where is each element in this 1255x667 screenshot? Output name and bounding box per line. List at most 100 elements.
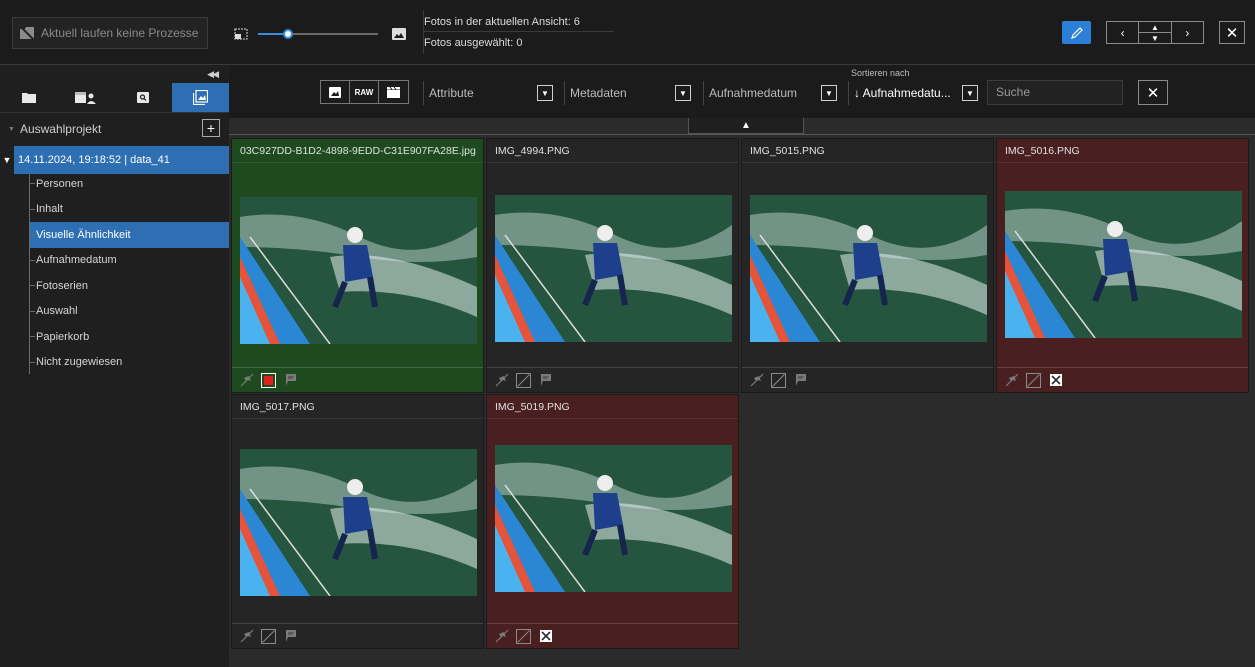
filter-toolbar: RAW Attribute ▼ Metadaten ▼ Aufnahmedatu… — [229, 65, 1255, 118]
photo-image[interactable] — [495, 195, 732, 342]
date-dropdown[interactable]: Aufnahmedatum ▼ — [703, 81, 837, 105]
photos-selected-count: Fotos ausgewählt: 0 — [424, 37, 523, 49]
photo-thumbnail — [750, 195, 987, 342]
photo-grid: ▲ 03C927DD-B1D2-4898-9EDD-C31E907FA28E.j… — [229, 118, 1255, 667]
sidebar-item-aufnahmedatum[interactable]: Aufnahmedatum — [29, 248, 229, 274]
sidebar-item-label: Inhalt — [36, 203, 63, 216]
photo-tile[interactable]: IMG_5019.PNG — [486, 394, 739, 649]
expand-triangle-icon[interactable]: ▼ — [8, 126, 15, 133]
photo-stack-icon — [192, 90, 208, 105]
metadata-dropdown[interactable]: Metadaten ▼ — [564, 81, 691, 105]
photo-tile[interactable]: IMG_4994.PNG — [486, 138, 739, 393]
tab-calendar-people[interactable] — [57, 83, 114, 112]
photo-image[interactable] — [240, 449, 477, 596]
attribute-dropdown[interactable]: Attribute ▼ — [423, 81, 553, 105]
reject-pin-icon[interactable] — [493, 372, 510, 389]
photos-in-view-count: Fotos in der aktuellen Ansicht: 6 — [424, 12, 614, 32]
photo-thumbnail — [1005, 191, 1242, 338]
photo-image[interactable] — [750, 195, 987, 342]
tab-folders[interactable] — [0, 83, 57, 112]
thumbnail-size-slider[interactable] — [258, 27, 378, 41]
sort-dropdown[interactable]: ↓ Aufnahmedatu... ▼ — [848, 81, 978, 105]
sort-caption: Sortieren nach — [851, 68, 910, 78]
select-checkbox[interactable] — [515, 628, 532, 645]
flag-icon[interactable] — [282, 372, 299, 389]
clapperboard-icon — [387, 86, 400, 98]
flag-icon[interactable] — [792, 372, 809, 389]
select-checkbox[interactable] — [260, 628, 277, 645]
collapse-sidebar-icon[interactable]: ◀◀ — [207, 69, 219, 80]
photo-filename: IMG_5019.PNG — [487, 395, 738, 419]
flag-icon[interactable] — [537, 372, 554, 389]
collapse-triangle-icon[interactable]: ▼ — [0, 155, 14, 165]
close-button[interactable]: ✕ — [1219, 21, 1245, 44]
sidebar-item-personen[interactable]: Personen — [29, 171, 229, 197]
clear-filter-button[interactable]: ✕ — [1138, 80, 1168, 105]
photo-tile[interactable]: IMG_5016.PNG — [996, 138, 1249, 393]
sidebar-item-label: Fotoserien — [36, 279, 88, 292]
project-name: Auswahlprojekt — [19, 122, 102, 136]
photo-thumbnail — [240, 197, 477, 344]
process-status-text: Aktuell laufen keine Prozesse — [41, 26, 199, 40]
sidebar-item-label: Nicht zugewiesen — [36, 356, 123, 369]
sidebar-item-label: Auswahl — [36, 305, 78, 318]
sidebar-item-fotoserien[interactable]: Fotoserien — [29, 273, 229, 299]
sidebar-item-papierkorb[interactable]: Papierkorb — [29, 324, 229, 350]
photo-image[interactable] — [1005, 191, 1242, 338]
filter-video-button[interactable] — [379, 81, 408, 103]
photo-actions — [232, 367, 483, 392]
filter-raw-button[interactable]: RAW — [350, 81, 379, 103]
photo-image[interactable] — [240, 197, 477, 344]
chevron-down-icon: ▼ — [537, 85, 553, 101]
filter-images-button[interactable] — [321, 81, 350, 103]
tab-search[interactable] — [115, 83, 172, 112]
slider-knob[interactable] — [283, 29, 293, 39]
sidebar-item-auswahl[interactable]: Auswahl — [29, 299, 229, 325]
select-checkbox[interactable] — [515, 372, 532, 389]
reject-pin-icon[interactable] — [238, 372, 255, 389]
flag-icon[interactable] — [1047, 372, 1064, 389]
reject-pin-icon[interactable] — [1003, 372, 1020, 389]
no-process-icon — [19, 26, 35, 40]
reject-pin-icon[interactable] — [493, 628, 510, 645]
collapse-toolbar-button[interactable]: ▲ — [688, 118, 804, 134]
flag-icon[interactable] — [537, 628, 554, 645]
flag-icon[interactable] — [282, 628, 299, 645]
up-down-control[interactable]: ▲ ▼ — [1139, 22, 1172, 44]
small-thumbnail-icon[interactable] — [234, 28, 248, 40]
photo-image[interactable] — [495, 445, 732, 592]
sidebar: ◀◀ ▼ Auswahlprojekt + ▼ 14.11.2024, 19:1… — [0, 65, 229, 667]
next-button[interactable]: › — [1172, 22, 1203, 43]
select-checkbox[interactable] — [1025, 372, 1042, 389]
large-thumbnail-icon[interactable] — [392, 28, 406, 40]
photo-navigation: ‹ ▲ ▼ › — [1106, 21, 1204, 44]
metadata-label: Metadaten — [570, 86, 627, 100]
photo-tile[interactable]: 03C927DD-B1D2-4898-9EDD-C31E907FA28E.jpg — [231, 138, 484, 393]
project-row[interactable]: ▼ Auswahlprojekt + — [0, 117, 229, 141]
select-checkbox[interactable] — [770, 372, 787, 389]
sidebar-item-visuelle-ähnlichkeit[interactable]: Visuelle Ähnlichkeit — [29, 222, 229, 248]
edit-button[interactable] — [1062, 21, 1091, 44]
chevron-down-icon: ▼ — [675, 85, 691, 101]
previous-button[interactable]: ‹ — [1107, 22, 1140, 43]
image-icon — [329, 86, 341, 98]
sidebar-item-inhalt[interactable]: Inhalt — [29, 197, 229, 223]
chevron-down-icon[interactable]: ▼ — [1139, 33, 1170, 44]
photo-counts: Fotos in der aktuellen Ansicht: 6 Fotos … — [424, 12, 614, 52]
date-node[interactable]: ▼ 14.11.2024, 19:18:52 | data_41 — [0, 146, 229, 174]
search-input[interactable]: Suche — [987, 80, 1123, 105]
chevron-left-icon: ‹ — [1120, 25, 1125, 40]
calendar-person-icon — [74, 92, 96, 104]
reject-pin-icon[interactable] — [748, 372, 765, 389]
photo-tile[interactable]: IMG_5017.PNG — [231, 394, 484, 649]
photo-filename: IMG_5017.PNG — [232, 395, 483, 419]
select-checkbox[interactable] — [260, 372, 277, 389]
tab-photo-projects[interactable] — [171, 83, 229, 112]
chevron-up-icon[interactable]: ▲ — [1139, 22, 1171, 33]
photo-tile[interactable]: IMG_5015.PNG — [741, 138, 994, 393]
date-node-label: 14.11.2024, 19:18:52 | data_41 — [14, 146, 229, 174]
photo-actions — [487, 623, 738, 648]
sidebar-item-nicht-zugewiesen[interactable]: Nicht zugewiesen — [29, 350, 229, 376]
reject-pin-icon[interactable] — [238, 628, 255, 645]
add-button[interactable]: + — [202, 119, 220, 137]
